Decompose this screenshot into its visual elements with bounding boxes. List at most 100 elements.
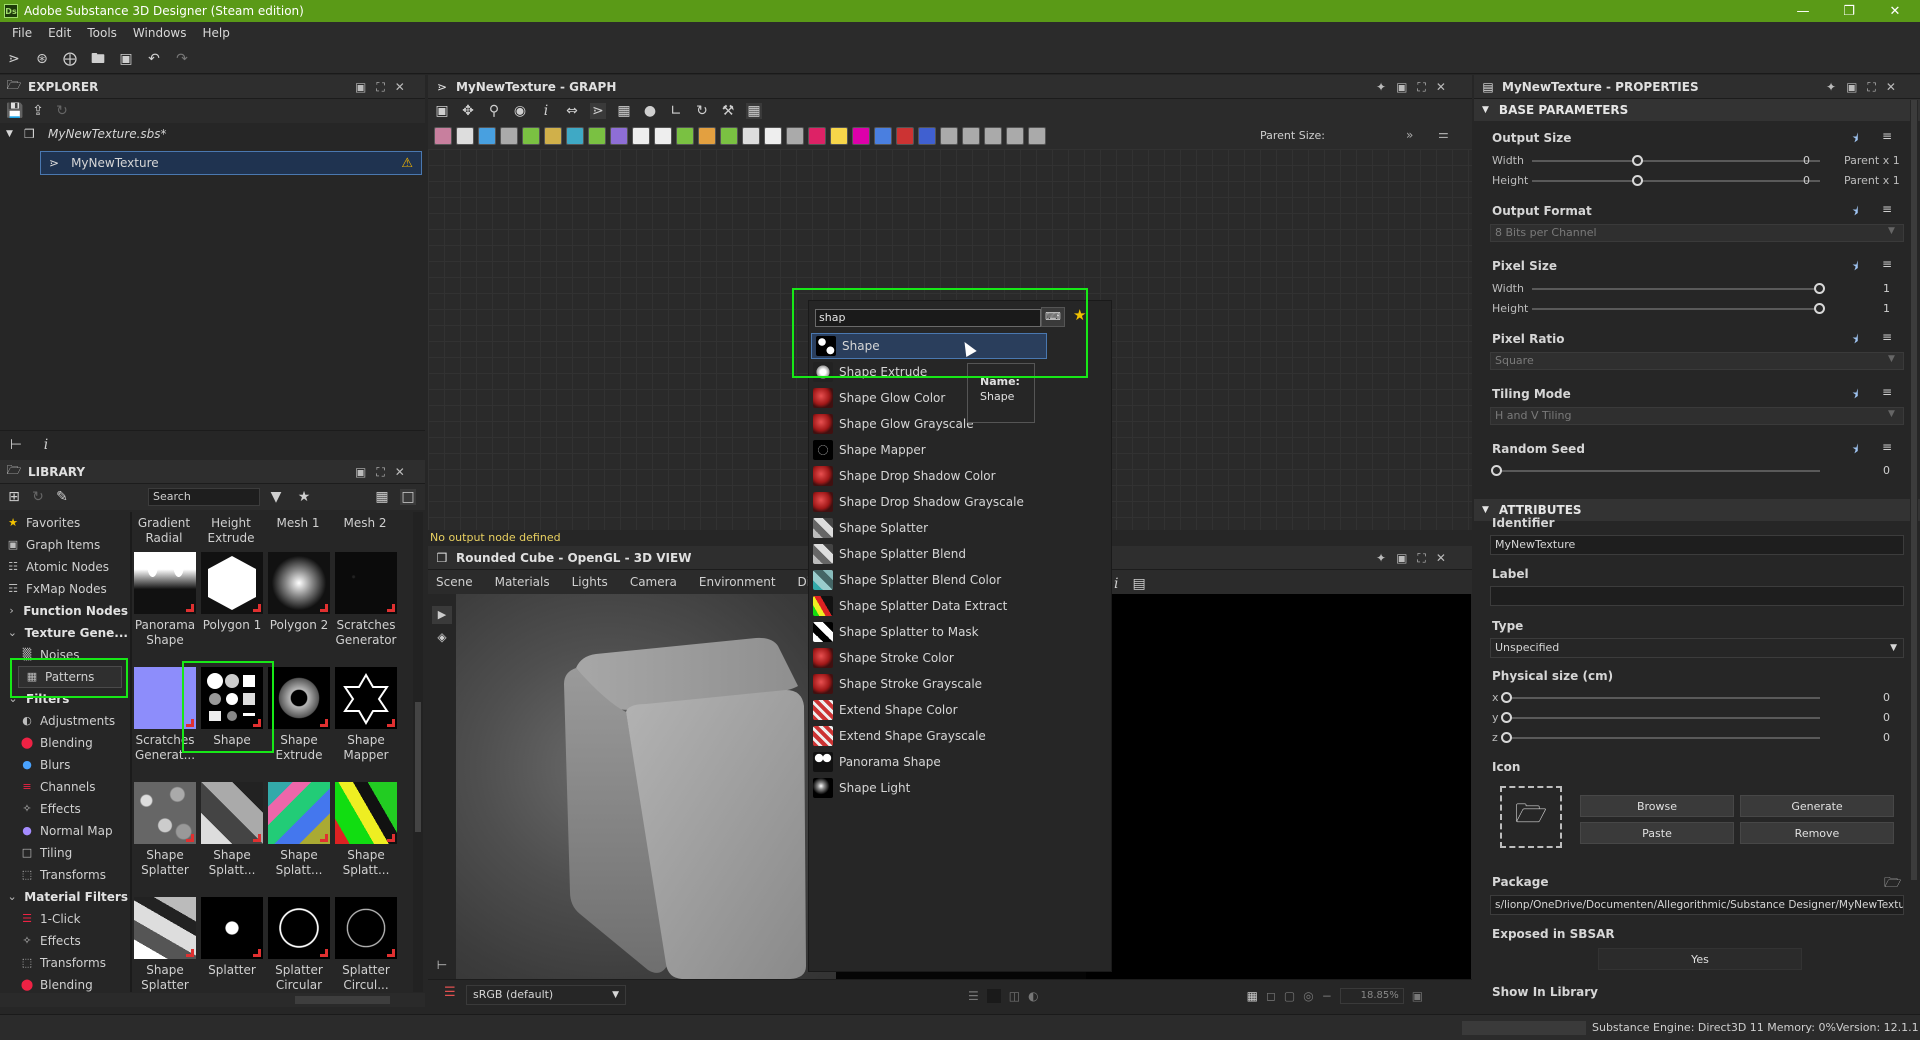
directional-warp-node-icon[interactable] [720, 127, 738, 145]
light-icon[interactable]: ◈ [432, 630, 452, 648]
save-package-icon[interactable]: 💾 [6, 103, 23, 119]
new-function-icon[interactable]: ⊛ [34, 51, 50, 67]
export-icon[interactable]: ⇪ [30, 103, 46, 119]
output-width-value[interactable]: 0 [1780, 154, 1810, 167]
grid-snap-icon[interactable]: ▦ [746, 103, 762, 119]
alpha-icon[interactable]: ◐ [1028, 989, 1038, 1003]
library-category[interactable]: ★ Favorites [0, 512, 128, 534]
save-icon[interactable]: ▣ [118, 51, 134, 67]
search-result-item[interactable]: Shape Drop Shadow Color [809, 463, 1111, 489]
library-search-input[interactable]: Search [148, 488, 260, 506]
favorite-filter-icon[interactable]: ★ [296, 489, 312, 505]
pixel-ratio-select[interactable]: Square [1490, 352, 1904, 370]
library-category[interactable]: ◐ Adjustments [0, 710, 128, 732]
graph-row[interactable]: ⋗ MyNewTexture ⚠ [40, 151, 422, 175]
pin-icon[interactable]: ✦ [1376, 551, 1386, 565]
library-category[interactable]: ✧ Effects [0, 798, 128, 820]
maximize-panel-icon[interactable]: ⛶ [376, 80, 384, 95]
uniform-color-node-icon[interactable] [434, 127, 452, 145]
tools-icon[interactable]: ⚒ [720, 103, 736, 119]
library-item-label[interactable]: Splatter [200, 963, 264, 978]
menu-file[interactable]: File [4, 26, 40, 40]
search-result-item[interactable]: Shape Stroke Grayscale [809, 671, 1111, 697]
library-item-label[interactable]: Mesh 1 [266, 516, 330, 531]
output-height-slider[interactable] [1632, 175, 1643, 186]
library-h-scrollbar[interactable] [0, 993, 425, 1007]
open-folder-icon[interactable]: 🖿 [90, 51, 106, 67]
library-scrollbar[interactable] [413, 512, 423, 992]
menu-edit[interactable]: Edit [40, 26, 79, 40]
refresh-icon[interactable]: ↻ [30, 489, 46, 505]
zoom-icon[interactable]: ⚲ [486, 103, 502, 119]
search-result-item[interactable]: Shape Mapper [809, 437, 1111, 463]
search-result-item[interactable]: Shape Drop Shadow Grayscale [809, 489, 1111, 515]
dissolve-node-icon[interactable] [984, 127, 1002, 145]
pin-icon[interactable]: ✦ [1376, 80, 1386, 94]
screenshot-icon[interactable]: ◉ [512, 103, 528, 119]
package-row[interactable]: ▼ ❒ MyNewTexture.sbs* [0, 123, 425, 145]
library-item-label[interactable]: Mesh 2 [333, 516, 397, 531]
distance-node-icon[interactable] [1006, 127, 1024, 145]
paste-button[interactable]: Paste [1580, 822, 1734, 844]
split-icon[interactable]: ◫ [1009, 989, 1020, 1003]
fit-icon[interactable]: ▢ [1284, 989, 1295, 1003]
input-node-icon[interactable] [918, 127, 936, 145]
close-panel-icon[interactable]: ✕ [1886, 80, 1896, 94]
library-item-thumbnail[interactable] [335, 552, 397, 614]
icon-preview[interactable]: 🗁 [1500, 786, 1562, 848]
close-panel-icon[interactable]: ✕ [1436, 551, 1446, 565]
physical-z-value[interactable]: 0 [1860, 731, 1890, 744]
curve-node-icon[interactable] [522, 127, 540, 145]
new-package-icon[interactable]: ⨁ [62, 51, 78, 67]
bitmap-node-icon[interactable] [874, 127, 892, 145]
view3d-tab-materials[interactable]: Materials [495, 575, 550, 589]
menu-windows[interactable]: Windows [125, 26, 195, 40]
library-item-thumbnail[interactable] [335, 667, 397, 729]
output-width-relation[interactable]: Parent x 1 [1844, 154, 1900, 167]
maximize-panel-icon[interactable]: ⛶ [1867, 80, 1875, 95]
filter-icon[interactable]: ▼ [268, 489, 284, 505]
identifier-input[interactable]: MyNewTexture [1490, 535, 1904, 555]
output-format-select[interactable]: 8 Bits per Channel [1490, 224, 1904, 242]
view3d-tab-environment[interactable]: Environment [699, 575, 776, 589]
library-category[interactable]: ☷ Atomic Nodes [0, 556, 128, 578]
physical-y-slider[interactable] [1501, 712, 1512, 723]
parameter-menu-icon[interactable]: ≡ [1882, 385, 1892, 399]
base-parameters-section[interactable]: ▼ BASE PARAMETERS [1474, 99, 1920, 121]
output-height-value[interactable]: 0 [1780, 174, 1810, 187]
library-item-label[interactable]: Polygon 2 [267, 618, 331, 633]
maximize-panel-icon[interactable]: ⛶ [1417, 551, 1425, 566]
library-item-thumbnail[interactable] [134, 782, 196, 844]
zoom-value[interactable]: 18.85% [1339, 988, 1404, 1004]
function-graph-icon[interactable]: ⯨ [1852, 129, 1858, 150]
library-item-label[interactable]: Shape Splatter [133, 848, 197, 878]
zoom-out-icon[interactable]: − [1322, 989, 1332, 1003]
redo-icon[interactable]: ↷ [174, 51, 190, 67]
add-library-icon[interactable]: ⊞ [6, 489, 22, 505]
library-category[interactable]: ▣ Graph Items [0, 534, 128, 556]
layers-icon[interactable]: ☰ [968, 989, 979, 1003]
maximize-panel-icon[interactable]: ⛶ [376, 465, 384, 480]
search-result-item[interactable]: Shape Splatter Blend Color [809, 567, 1111, 593]
connect-icon[interactable]: ∟ [668, 103, 684, 119]
search-result-item[interactable]: Shape Splatter to Mask [809, 619, 1111, 645]
library-category[interactable]: ≡ Channels [0, 776, 128, 798]
library-category[interactable]: ● Normal Map [0, 820, 128, 842]
library-item-thumbnail[interactable] [268, 667, 330, 729]
pixel-width-slider[interactable] [1814, 283, 1825, 294]
search-result-item[interactable]: Shape Stroke Color [809, 645, 1111, 671]
view3d-tab-scene[interactable]: Scene [436, 575, 473, 589]
open-folder-icon[interactable]: 🗁 [1884, 872, 1901, 896]
function-graph-icon[interactable]: ⯨ [1852, 202, 1858, 223]
info-icon[interactable]: i [38, 437, 54, 453]
close-panel-icon[interactable]: ✕ [395, 80, 405, 94]
library-item-label[interactable]: Shape Splatt... [200, 848, 264, 878]
search-result-item[interactable]: Shape Splatter [809, 515, 1111, 541]
exposed-toggle[interactable]: Yes [1598, 948, 1802, 970]
type-select[interactable]: Unspecified ▼ [1490, 638, 1904, 658]
library-item-thumbnail[interactable] [134, 552, 196, 614]
table-icon[interactable]: ▦ [616, 103, 632, 119]
gradient-node-icon[interactable] [588, 127, 606, 145]
library-item-label[interactable]: Height Extrude [199, 516, 263, 546]
frame-all-icon[interactable]: ▣ [434, 103, 450, 119]
